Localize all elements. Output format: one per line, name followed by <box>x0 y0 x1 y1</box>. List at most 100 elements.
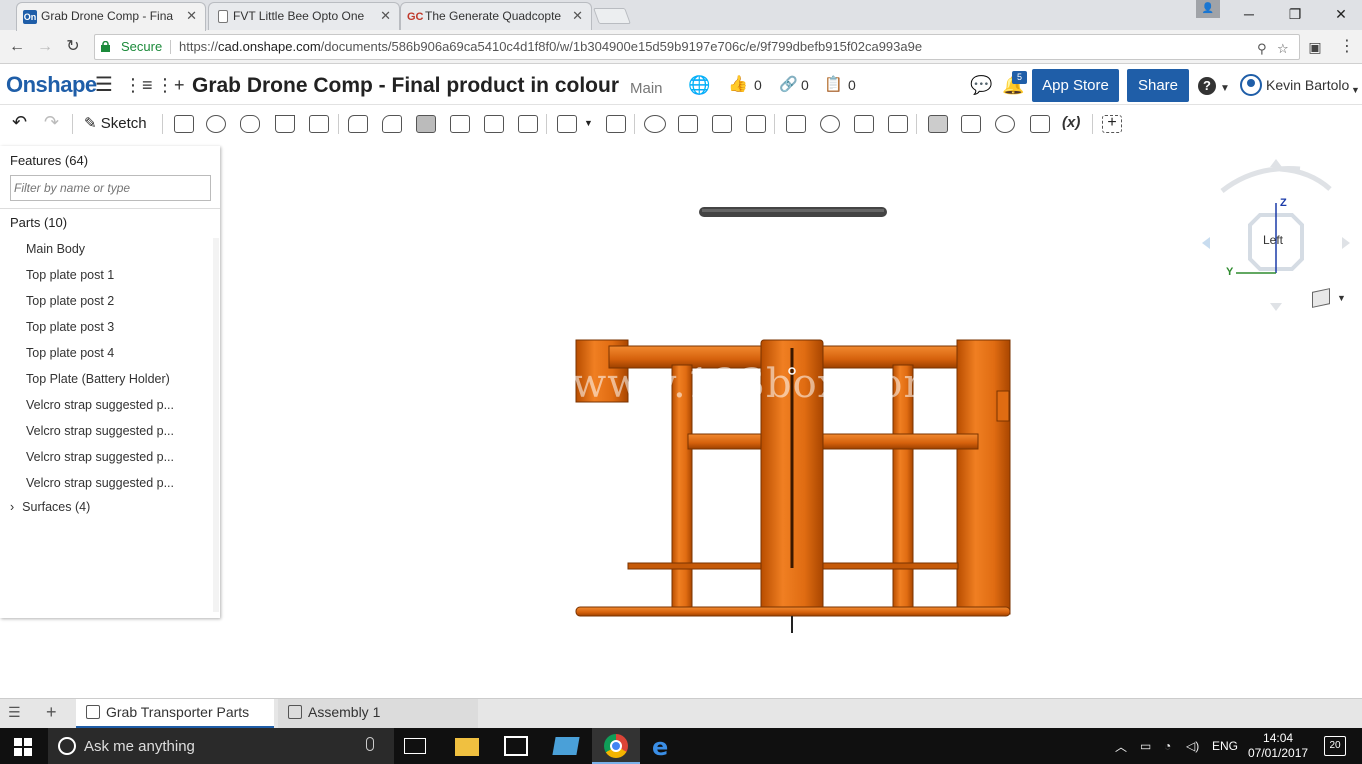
store-icon[interactable] <box>504 736 528 756</box>
language-indicator[interactable]: ENG <box>1212 739 1238 753</box>
onshape-logo[interactable]: Onshape <box>6 72 97 98</box>
user-avatar-icon[interactable] <box>1240 74 1262 96</box>
url-field[interactable]: Secure https://cad.onshape.com/documents… <box>94 34 1300 60</box>
split-icon[interactable] <box>678 115 698 133</box>
document-title[interactable]: Grab Drone Comp - Final product in colou… <box>192 74 619 98</box>
part-item[interactable]: Top plate post 4 <box>26 345 174 371</box>
tab-manager-icon[interactable]: ☰ <box>8 704 21 721</box>
forward-icon[interactable]: → <box>34 36 56 58</box>
redo-icon[interactable]: ↷ <box>44 112 59 133</box>
close-tab-icon[interactable]: ✕ <box>572 3 583 29</box>
extrude-icon[interactable] <box>174 115 194 133</box>
close-tab-icon[interactable]: ✕ <box>186 3 197 29</box>
part-item[interactable]: Top plate post 3 <box>26 319 174 345</box>
undo-icon[interactable]: ↶ <box>12 112 27 133</box>
like-icon[interactable]: 👍 <box>728 75 748 95</box>
new-tab-button[interactable] <box>593 8 631 24</box>
draft-icon[interactable] <box>416 115 436 133</box>
menu-kebab-icon[interactable]: ⋮ <box>1336 36 1358 58</box>
user-dropdown-icon[interactable]: ▼ <box>1351 80 1360 100</box>
arrow-down-icon[interactable] <box>1270 303 1282 311</box>
rib-icon[interactable] <box>450 115 470 133</box>
file-explorer-icon[interactable] <box>455 738 479 756</box>
branch-label[interactable]: Main <box>630 80 663 97</box>
part-item[interactable]: Velcro strap suggested p... <box>26 397 174 423</box>
pattern-dropdown-icon[interactable]: ▼ <box>584 118 593 128</box>
top-plate-post-1[interactable] <box>671 364 693 612</box>
derived-icon[interactable] <box>1030 115 1050 133</box>
extension-icon[interactable]: ▣ <box>1304 36 1326 58</box>
boolean-icon[interactable] <box>644 115 666 133</box>
user-name[interactable]: Kevin Bartolo <box>1266 77 1349 93</box>
part-item[interactable]: Velcro strap suggested p... <box>26 423 174 449</box>
sketch-button[interactable]: ✎ Sketch <box>84 114 147 132</box>
shell-icon[interactable] <box>484 115 504 133</box>
restore-icon[interactable]: ❐ <box>1272 0 1318 28</box>
profile-icon[interactable]: 👤 <box>1196 0 1220 18</box>
key-icon[interactable]: ⚲ <box>1257 37 1267 61</box>
loft-icon[interactable] <box>275 115 295 133</box>
bookmark-star-icon[interactable]: ☆ <box>1277 37 1289 61</box>
action-center-icon[interactable]: 20 <box>1324 736 1346 756</box>
panel-scrollbar[interactable] <box>213 238 219 612</box>
edge-icon[interactable]: e <box>652 733 668 761</box>
modify-fillet-icon[interactable] <box>786 115 806 133</box>
microphone-icon[interactable] <box>366 737 374 751</box>
tab-fvt-little-bee[interactable]: FVT Little Bee Opto One ✕ <box>208 2 400 30</box>
wifi-icon[interactable]: ◔ <box>1164 739 1171 753</box>
globe-icon[interactable]: 🌐 <box>688 75 710 95</box>
variable-icon[interactable]: (x) <box>1062 114 1080 131</box>
hamburger-menu-icon[interactable]: ☰ <box>95 75 113 95</box>
arrow-right-icon[interactable] <box>1342 237 1350 249</box>
part-item[interactable]: Velcro strap suggested p... <box>26 449 174 475</box>
reload-icon[interactable]: ↻ <box>62 36 84 58</box>
part-item[interactable]: Top Plate (Battery Holder) <box>26 371 174 397</box>
tab-assembly-1[interactable]: Assembly 1 <box>278 699 478 728</box>
part-item[interactable]: Velcro strap suggested p... <box>26 475 174 501</box>
tab-generate-quadcopter[interactable]: GC The Generate Quadcopte ✕ <box>400 2 592 30</box>
mirror-icon[interactable] <box>606 115 626 133</box>
help-icon[interactable]: ? <box>1198 77 1216 95</box>
surfaces-group[interactable]: › Surfaces (4) <box>10 500 90 514</box>
move-face-icon[interactable] <box>854 115 874 133</box>
part-item[interactable]: Top plate post 2 <box>26 293 174 319</box>
base-plate[interactable] <box>575 606 1011 617</box>
part-item[interactable]: Top plate post 1 <box>26 267 174 293</box>
add-tab-icon[interactable]: + <box>46 702 57 723</box>
share-button[interactable]: Share <box>1127 69 1189 102</box>
helix-icon[interactable] <box>961 115 981 133</box>
features-header[interactable]: Features (64) <box>10 153 88 168</box>
mate-connector-icon[interactable] <box>995 115 1015 133</box>
chamfer-icon[interactable] <box>382 115 402 133</box>
back-icon[interactable]: ← <box>6 36 28 58</box>
system-clock[interactable]: 14:04 07/01/2017 <box>1248 731 1308 761</box>
delete-part-icon[interactable] <box>746 115 766 133</box>
help-dropdown-icon[interactable]: ▼ <box>1220 79 1230 99</box>
link-icon[interactable]: 🔗 <box>779 75 798 95</box>
task-view-icon[interactable] <box>404 738 426 754</box>
replace-face-icon[interactable] <box>888 115 908 133</box>
app-store-button[interactable]: App Store <box>1032 69 1119 102</box>
delete-face-icon[interactable] <box>820 115 840 133</box>
revolve-icon[interactable] <box>206 115 226 133</box>
arrow-left-icon[interactable] <box>1202 237 1210 249</box>
arrow-up-icon[interactable] <box>1270 159 1282 167</box>
add-custom-feature-icon[interactable]: + <box>1102 115 1122 133</box>
model-view[interactable] <box>220 143 1362 698</box>
tray-expand-icon[interactable]: ︿ <box>1115 738 1127 755</box>
display-mode-dropdown-icon[interactable]: ▼ <box>1337 293 1346 303</box>
app-icon[interactable] <box>552 737 580 755</box>
middle-cross-bar[interactable] <box>687 433 979 450</box>
battery-icon[interactable]: ▭ <box>1140 739 1151 753</box>
parts-header[interactable]: Parts (10) <box>10 215 67 230</box>
transform-icon[interactable] <box>712 115 732 133</box>
side-tab[interactable] <box>996 390 1010 422</box>
tab-grab-transporter-parts[interactable]: Grab Transporter Parts <box>76 699 274 728</box>
sweep-icon[interactable] <box>240 115 260 133</box>
windows-start-icon[interactable] <box>14 738 32 756</box>
volume-icon[interactable]: ◁) <box>1186 739 1199 753</box>
comment-icon[interactable]: 💬 <box>970 75 992 95</box>
close-tab-icon[interactable]: ✕ <box>380 3 391 29</box>
close-window-icon[interactable]: ✕ <box>1318 0 1362 28</box>
hole-icon[interactable] <box>518 115 538 133</box>
